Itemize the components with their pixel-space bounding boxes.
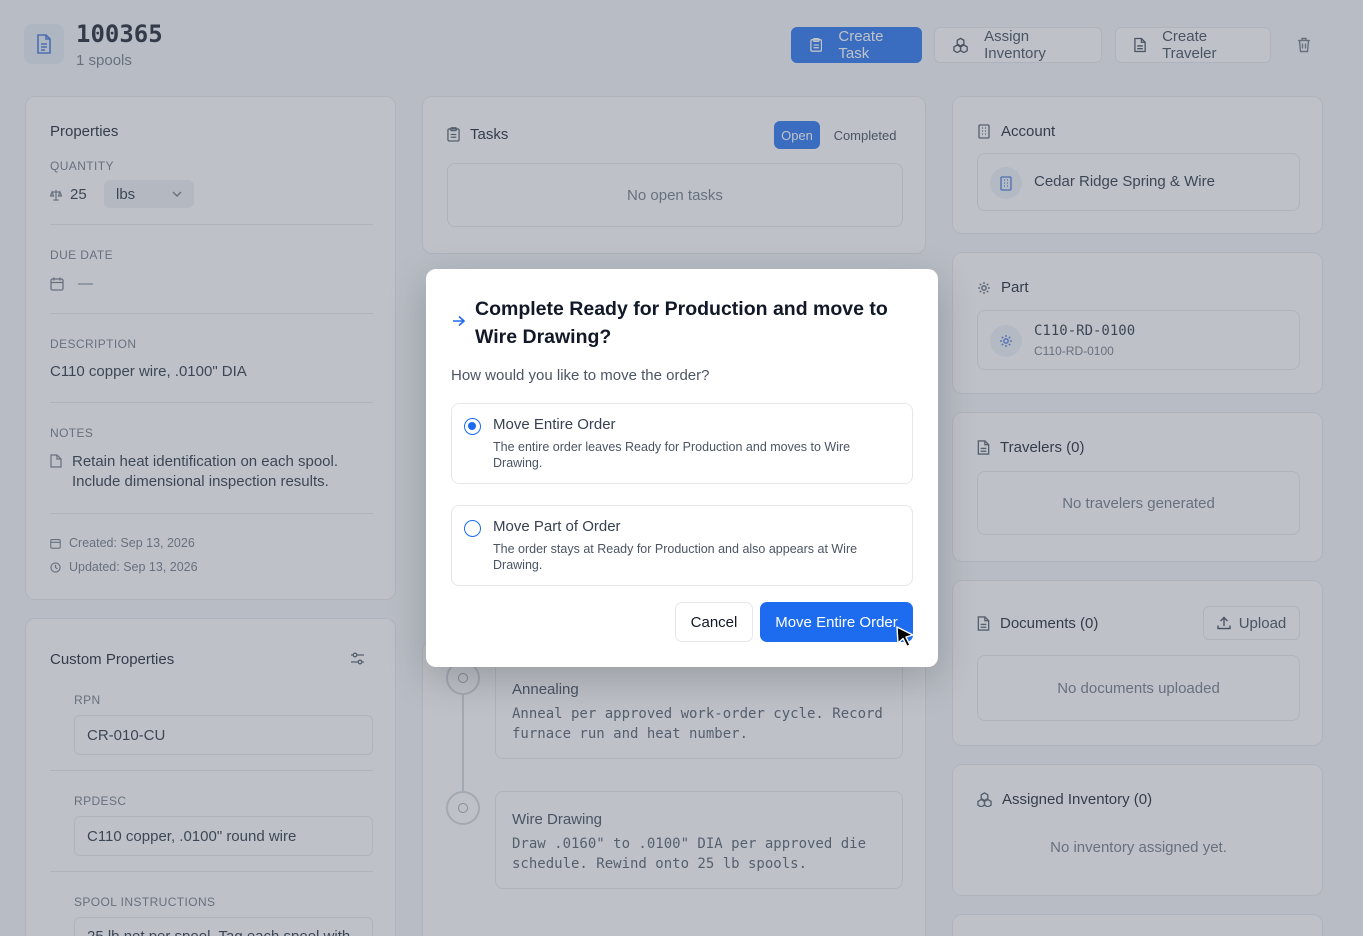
move-entire-order-button[interactable]: Move Entire Order (760, 602, 913, 642)
mouse-cursor-icon (896, 626, 914, 648)
radio-unselected[interactable] (464, 520, 481, 537)
option-title: Move Entire Order (493, 416, 616, 433)
option-title: Move Part of Order (493, 518, 621, 535)
arrow-right-icon (453, 315, 466, 327)
cancel-button[interactable]: Cancel (675, 602, 753, 642)
option-move-entire-order[interactable]: Move Entire Order The entire order leave… (451, 403, 913, 484)
dialog-title: Complete Ready for Production and move t… (475, 298, 888, 348)
dialog-question: How would you like to move the order? (451, 367, 710, 384)
option-move-part-of-order[interactable]: Move Part of Order The order stays at Re… (451, 505, 913, 586)
radio-selected[interactable] (464, 418, 481, 435)
option-description: The entire order leaves Ready for Produc… (493, 440, 851, 470)
option-description: The order stays at Ready for Production … (493, 542, 858, 572)
move-order-dialog: Complete Ready for Production and move t… (426, 269, 938, 667)
